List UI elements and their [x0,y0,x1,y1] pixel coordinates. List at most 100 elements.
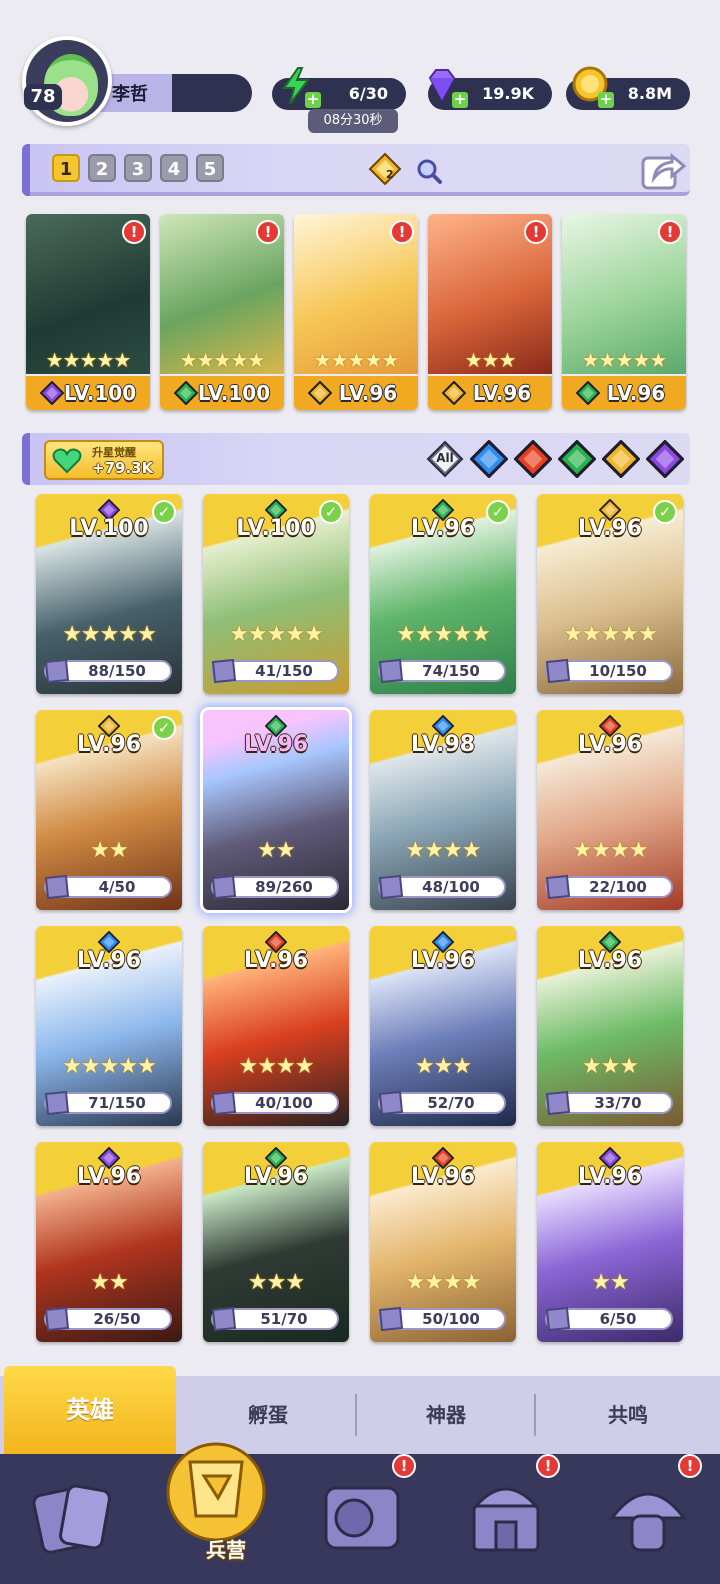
fragment-count: 26/50 [93,1310,141,1328]
team-preset-tab-2[interactable]: 2 [88,154,116,182]
hero-card[interactable]: LV.96 ★★ 26/50 [36,1142,182,1342]
hero-level: LV.96 [243,1164,309,1189]
light-element-icon [441,380,467,406]
tab-resonance[interactable]: 共鸣 [536,1376,720,1454]
hero-level-bar: LV.96 [294,376,418,410]
filter-all-label: All [436,451,454,465]
alert-icon: ! [256,220,280,244]
fragment-count: 41/150 [255,662,313,680]
hero-stars: ★★★★ [405,1270,482,1295]
hero-level: LV.96 [338,381,398,405]
hero-card[interactable]: LV.96 ★★★★★ 74/150 ✓ [370,494,516,694]
hero-card[interactable]: LV.100 ★★★★★ 88/150 ✓ [36,494,182,694]
filter-fire-icon[interactable] [513,439,553,479]
fragment-count: 40/100 [255,1094,313,1112]
fragment-count: 48/100 [422,878,480,896]
checkmark-icon: ✓ [319,500,343,524]
hero-card[interactable]: LV.96 ★★★★ 50/100 [370,1142,516,1342]
quest-book-icon[interactable] [312,1466,412,1566]
team-preset-tab-4[interactable]: 4 [160,154,188,182]
filter-light-icon[interactable] [601,439,641,479]
hero-card[interactable]: LV.96 ★★★ 33/70 [537,926,683,1126]
barracks-icon[interactable] [160,1432,272,1544]
team-preset-tab-5[interactable]: 5 [196,154,224,182]
team-hero-card[interactable]: ★★★★★ LV.96 ! [294,214,418,410]
hero-fragment-progress: 26/50 [44,1306,172,1332]
nature-element-icon [575,380,601,406]
search-icon[interactable] [414,156,444,186]
hero-fragment-progress: 4/50 [44,874,172,900]
hero-card[interactable]: LV.96 ★★ 4/50 ✓ [36,710,182,910]
checkmark-icon: ✓ [152,500,176,524]
hero-level: LV.96 [606,381,666,405]
filter-nature-icon[interactable] [557,439,597,479]
hero-level-bar: LV.96 [428,376,552,410]
team-hero-card[interactable]: ★★★★★ LV.100 ! [160,214,284,410]
add-energy-icon[interactable]: + [305,92,321,108]
hero-card[interactable]: LV.96 ★★★★★ 10/150 ✓ [537,494,683,694]
shop-building-icon[interactable] [456,1466,556,1566]
tab-artifacts[interactable]: 神器 [357,1376,535,1454]
hero-level-bar: LV.100 [26,376,150,410]
share-icon[interactable] [640,148,686,192]
hero-fragment-progress: 6/50 [545,1306,673,1332]
player-avatar[interactable] [22,36,112,126]
hero-fragment-progress: 40/100 [211,1090,339,1116]
quest-alert-icon: ! [392,1454,416,1478]
hero-stars: ★★★★★ [229,622,324,647]
fragment-count: 88/150 [88,662,146,680]
hero-stars: ★★★★★ [563,622,658,647]
hero-card[interactable]: LV.96 ★★ 6/50 [537,1142,683,1342]
alert-icon: ! [390,220,414,244]
guild-mushroom-icon[interactable] [598,1466,698,1566]
hero-stars: ★★ [90,1270,128,1295]
team-hero-card[interactable]: ★★★★★ LV.100 ! [26,214,150,410]
hero-fragment-progress: 52/70 [378,1090,506,1116]
hero-fragment-progress: 74/150 [378,658,506,684]
hero-level: LV.96 [243,948,309,973]
team-hero-card[interactable]: ★★★ LV.96 ! [428,214,552,410]
hero-stars: ★★ [257,838,295,863]
hero-card[interactable]: LV.96 ★★★ 51/70 [203,1142,349,1342]
filter-dark-icon[interactable] [645,439,685,479]
hero-fragment-progress: 88/150 [44,658,172,684]
awaken-value: +79.3K [92,459,154,477]
tab-heroes[interactable]: 英雄 [4,1366,176,1454]
hero-fragment-progress: 33/70 [545,1090,673,1116]
nav-barracks-label: 兵营 [206,1538,246,1562]
cards-icon[interactable] [24,1466,124,1566]
hero-card[interactable]: LV.96 ★★★★ 22/100 [537,710,683,910]
hero-level: LV.96 [472,381,532,405]
hero-level: LV.96 [76,1164,142,1189]
hero-stars: ★★★★ [572,838,649,863]
fragment-count: 89/260 [255,878,313,896]
hero-card[interactable]: LV.96 ★★ 89/260 [203,710,349,910]
alert-icon: ! [658,220,682,244]
hero-card[interactable]: LV.98 ★★★★ 48/100 [370,710,516,910]
filter-all-button[interactable]: All [426,440,464,478]
hero-card[interactable]: LV.96 ★★★ 52/70 [370,926,516,1126]
add-gold-icon[interactable]: + [598,92,614,108]
light-element-badge-icon[interactable] [368,152,402,186]
team-hero-card[interactable]: ★★★★★ LV.96 ! [562,214,686,410]
filter-water-icon[interactable] [469,439,509,479]
hero-level-bar: LV.96 [562,376,686,410]
team-preset-tab-1[interactable]: 1 [52,154,80,182]
guild-alert-icon: ! [678,1454,702,1478]
hero-card[interactable]: LV.96 ★★★★★ 71/150 [36,926,182,1126]
hero-fragment-progress: 50/100 [378,1306,506,1332]
hero-fragment-progress: 89/260 [211,874,339,900]
hero-stars: ★★★ [247,1270,305,1295]
team-preset-tab-3[interactable]: 3 [124,154,152,182]
hero-stars: ★★★ [414,1054,472,1079]
checkmark-icon: ✓ [653,500,677,524]
fragment-count: 4/50 [98,878,136,896]
hero-stars: ★★ [591,1270,629,1295]
hero-card[interactable]: LV.100 ★★★★★ 41/150 ✓ [203,494,349,694]
fragment-count: 51/70 [260,1310,308,1328]
awaken-bonus-button[interactable]: 升星觉醒 +79.3K [44,440,164,480]
add-gems-icon[interactable]: + [452,92,468,108]
hero-card[interactable]: LV.96 ★★★★ 40/100 [203,926,349,1126]
hero-level: LV.96 [76,948,142,973]
hero-stars: ★★★ [464,348,517,372]
